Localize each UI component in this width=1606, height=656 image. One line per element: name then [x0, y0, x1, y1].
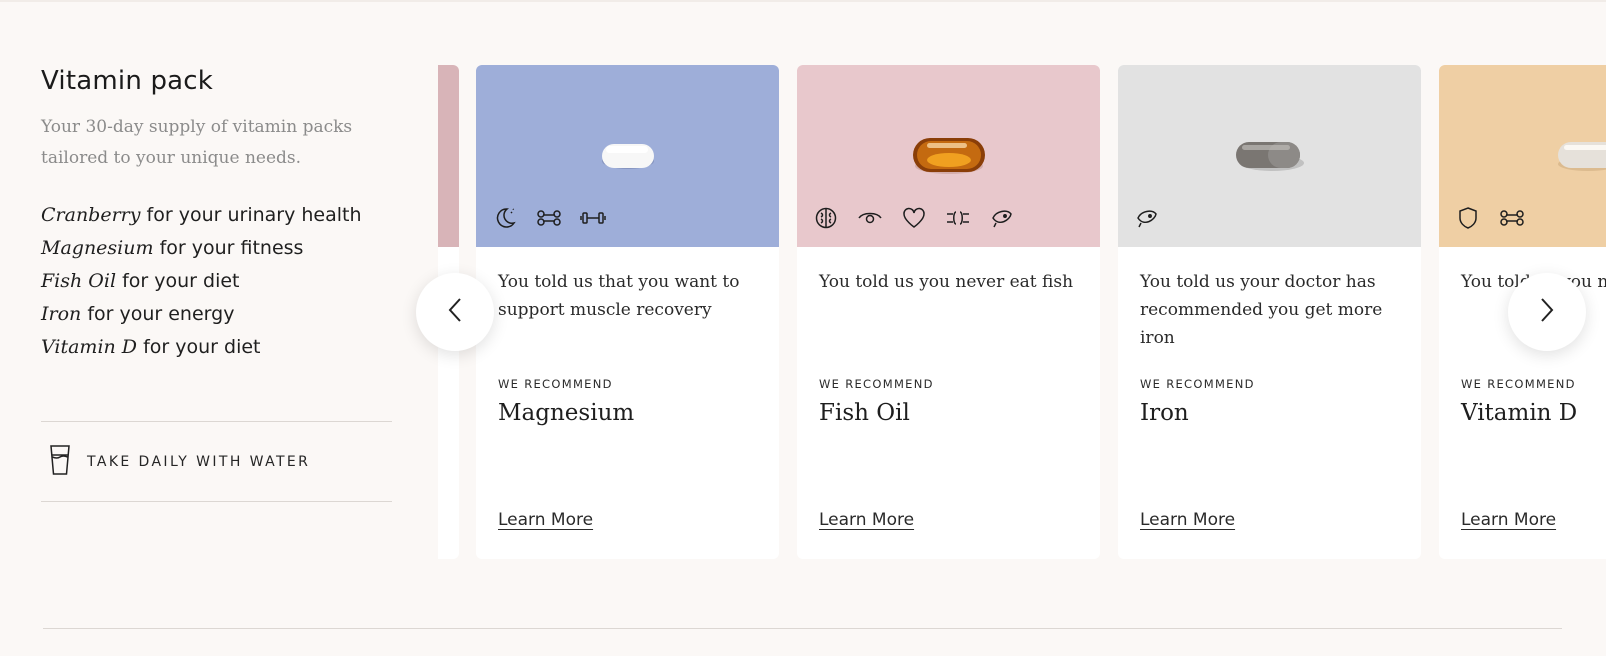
- supplement-name: Vitamin D: [1461, 400, 1578, 426]
- pill-image: [1235, 142, 1304, 171]
- benefit-icons: [1134, 205, 1160, 231]
- supplement-name: Magnesium: [41, 237, 154, 259]
- benefit-icons: [492, 205, 606, 231]
- benefit-icons: [813, 205, 1015, 231]
- glass-of-water-icon: [49, 444, 71, 480]
- fish-icon: [1134, 205, 1160, 231]
- list-item: Vitamin D for your diet: [41, 331, 392, 364]
- supplement-name: Iron: [1140, 400, 1189, 426]
- learn-more-link[interactable]: Learn More: [819, 510, 914, 530]
- recommend-label: WE RECOMMEND: [1461, 377, 1576, 391]
- card-reason: You told us you never eat fish: [819, 272, 1074, 292]
- shield-icon: [1455, 205, 1481, 231]
- divider: [41, 501, 392, 502]
- dumbbell-icon: [580, 205, 606, 231]
- learn-more-link[interactable]: Learn More: [498, 510, 593, 530]
- vitamin-pack-summary: Vitamin pack Your 30-day supply of vitam…: [41, 66, 392, 502]
- eye-icon: [857, 205, 883, 231]
- fish-icon: [989, 205, 1015, 231]
- card-reason: You told us that you want to support mus…: [498, 272, 740, 320]
- pack-subtitle: Your 30-day supply of vitamin packs tail…: [41, 117, 353, 168]
- learn-more-link[interactable]: Learn More: [1140, 510, 1235, 530]
- supplement-list: Cranberry for your urinary health Magnes…: [41, 199, 392, 364]
- supplement-purpose: for your energy: [87, 303, 235, 325]
- heart-icon: [901, 205, 927, 231]
- carousel-prev-button[interactable]: [416, 273, 494, 351]
- card-image: [1439, 65, 1606, 247]
- instruction-label: TAKE DAILY WITH WATER: [87, 454, 311, 470]
- bone-icon: [536, 205, 562, 231]
- supplement-name: Magnesium: [498, 400, 635, 426]
- supplement-purpose: for your diet: [143, 336, 261, 358]
- supplement-purpose: for your diet: [122, 270, 240, 292]
- card-image: [797, 65, 1100, 247]
- page-title: Vitamin pack: [41, 66, 214, 96]
- chevron-right-icon: [1540, 297, 1554, 327]
- supplement-purpose: for your urinary health: [146, 204, 362, 226]
- supplement-name: Fish Oil: [41, 270, 117, 292]
- list-item: Fish Oil for your diet: [41, 265, 392, 298]
- benefit-icons: [1455, 205, 1525, 231]
- top-divider: [0, 0, 1606, 2]
- pill-image: [601, 144, 654, 169]
- recommendation-carousel: You told us that you want to support mus…: [438, 65, 1606, 559]
- chevron-left-icon: [448, 297, 462, 327]
- pill-image: [912, 138, 985, 174]
- brain-icon: [813, 205, 839, 231]
- card-reason: You told us your doctor has recommended …: [1140, 272, 1383, 348]
- recommendation-card-iron[interactable]: You told us your doctor has recommended …: [1118, 65, 1421, 559]
- pill-image: [1558, 142, 1606, 171]
- list-item: Magnesium for your fitness: [41, 232, 392, 265]
- supplement-name: Fish Oil: [819, 400, 910, 426]
- card-image: [1118, 65, 1421, 247]
- carousel-next-button[interactable]: [1508, 273, 1586, 351]
- moon-icon: [492, 205, 518, 231]
- recommendation-card-magnesium[interactable]: You told us that you want to support mus…: [476, 65, 779, 559]
- recommend-label: WE RECOMMEND: [819, 377, 934, 391]
- list-item: Iron for your energy: [41, 298, 392, 331]
- bone-icon: [1499, 205, 1525, 231]
- recommend-label: WE RECOMMEND: [1140, 377, 1255, 391]
- supplement-name: Vitamin D: [41, 336, 138, 358]
- supplement-purpose: for your fitness: [159, 237, 304, 259]
- divider: [41, 421, 392, 422]
- list-item: Cranberry for your urinary health: [41, 199, 392, 232]
- supplement-name: Cranberry: [41, 204, 141, 226]
- card-image: [476, 65, 779, 247]
- learn-more-link[interactable]: Learn More: [1461, 510, 1556, 530]
- bottom-divider: [43, 628, 1562, 629]
- digestion-icon: [945, 205, 971, 231]
- recommend-label: WE RECOMMEND: [498, 377, 613, 391]
- recommendation-card-fish-oil[interactable]: You told us you never eat fish WE RECOMM…: [797, 65, 1100, 559]
- usage-instruction: TAKE DAILY WITH WATER: [49, 444, 310, 480]
- supplement-name: Iron: [41, 303, 82, 325]
